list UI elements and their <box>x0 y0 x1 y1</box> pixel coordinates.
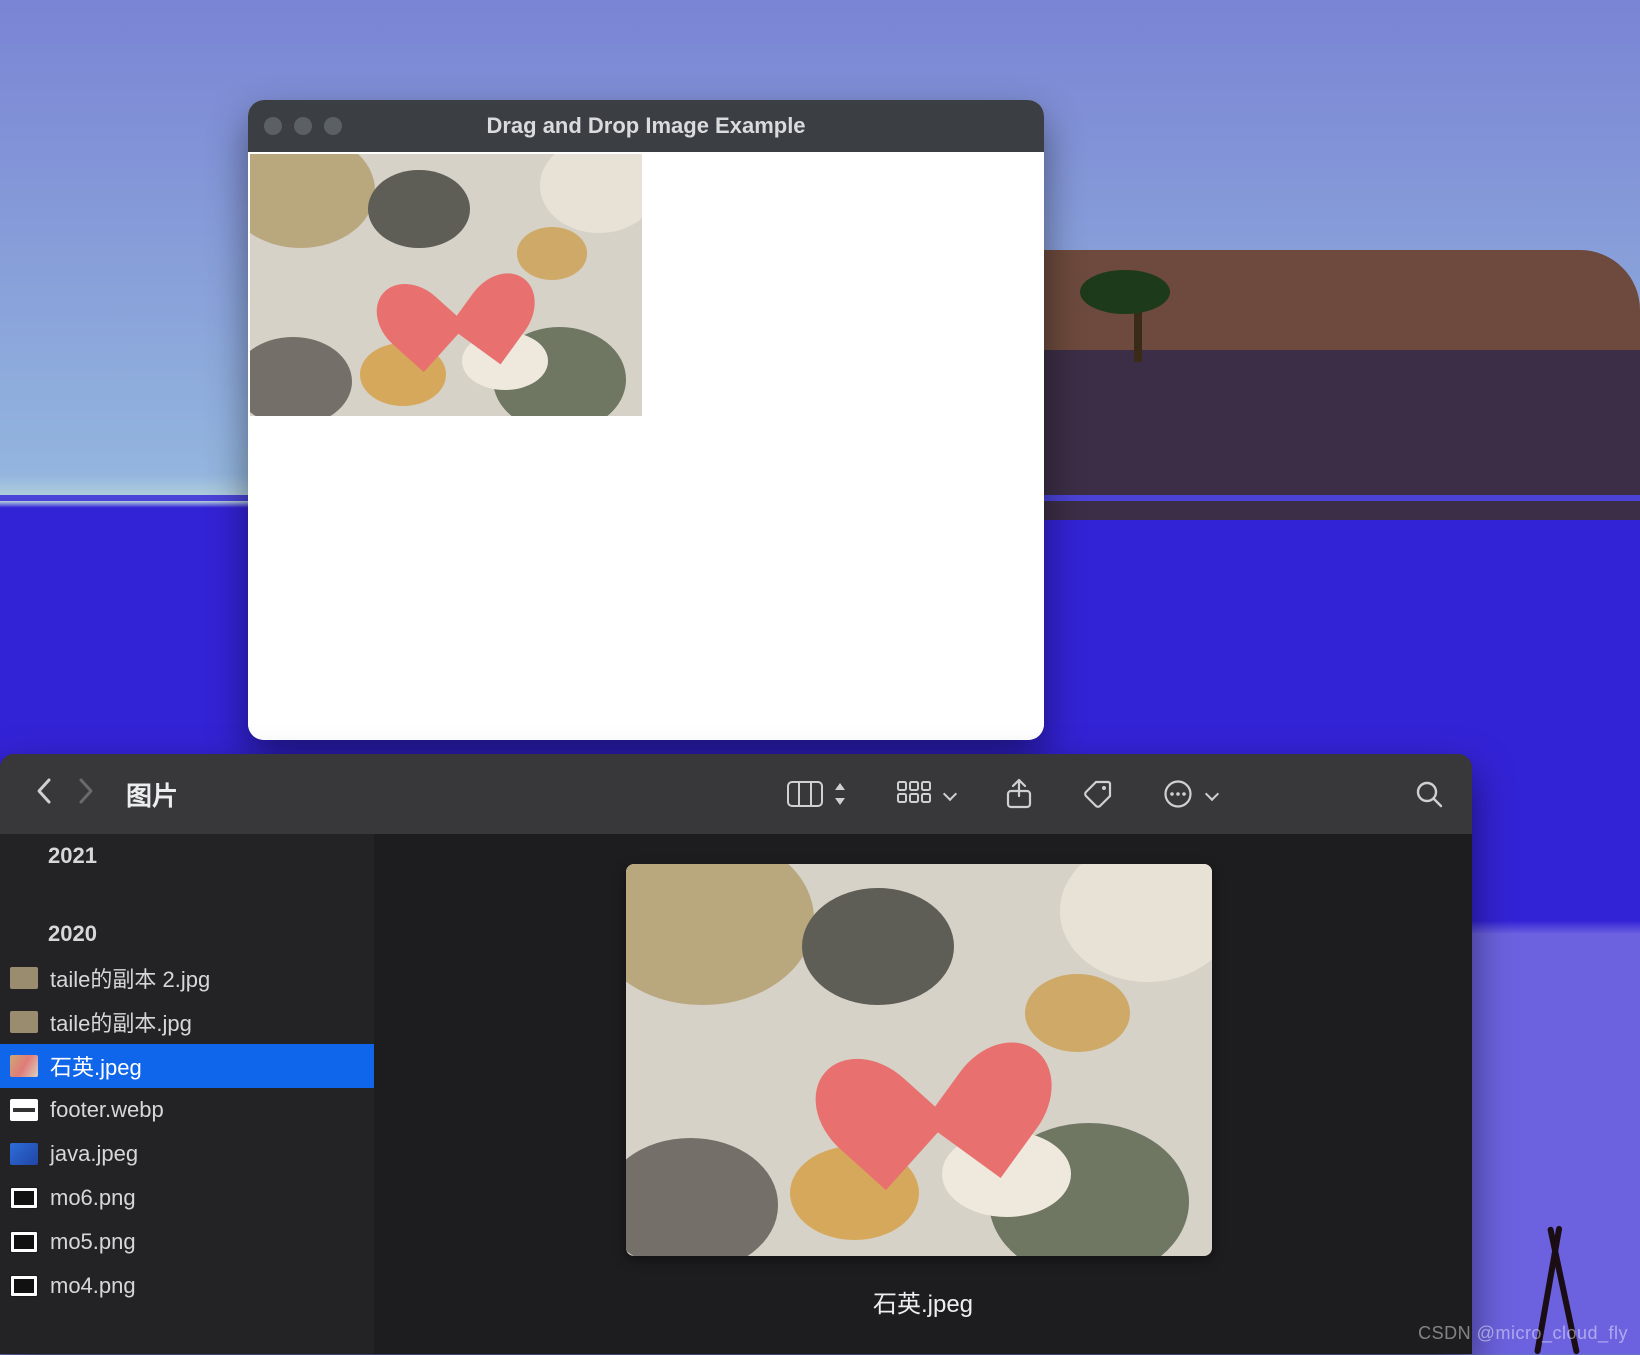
zoom-icon[interactable] <box>324 117 342 135</box>
finder-preview-pane: 石英.jpeg <box>374 834 1472 1354</box>
file-thumb-icon <box>10 1143 38 1165</box>
more-button[interactable] <box>1163 779 1217 809</box>
sidebar-year-2021[interactable]: 2021 <box>0 834 374 878</box>
file-name: taile的副本.jpg <box>50 1006 192 1038</box>
file-name: java.jpeg <box>50 1141 138 1167</box>
updown-icon <box>831 783 847 805</box>
file-name: footer.webp <box>50 1097 164 1123</box>
traffic-lights <box>264 117 342 135</box>
file-thumb-icon <box>10 1187 38 1209</box>
sidebar-file[interactable]: taile的副本.jpg <box>0 1000 374 1044</box>
sidebar-file[interactable]: taile的副本 2.jpg <box>0 956 374 1000</box>
chevron-down-icon <box>943 787 957 801</box>
watermark: CSDN @micro_cloud_fly <box>1418 1323 1628 1344</box>
sidebar-file[interactable]: mo5.png <box>0 1220 374 1264</box>
toolbar-group <box>787 778 1217 810</box>
app-title: Drag and Drop Image Example <box>248 113 1044 139</box>
finder-sidebar[interactable]: 2021 2020 taile的副本 2.jpg taile的副本.jpg 石英… <box>0 834 374 1354</box>
file-name: mo6.png <box>50 1185 136 1211</box>
columns-view-button[interactable] <box>787 781 847 807</box>
grid-view-button[interactable] <box>897 781 955 807</box>
columns-view-icon <box>787 781 823 807</box>
search-icon <box>1414 779 1444 809</box>
forward-button[interactable] <box>70 777 102 812</box>
file-thumb-icon <box>10 1011 38 1033</box>
app-titlebar[interactable]: Drag and Drop Image Example <box>248 100 1044 152</box>
pebbles-illustration <box>626 864 1212 1256</box>
file-name: 石英.jpeg <box>50 1050 142 1082</box>
file-thumb-icon <box>10 1055 38 1077</box>
search-button[interactable] <box>1414 779 1444 809</box>
dropped-image[interactable] <box>250 154 642 416</box>
heart-stone-icon <box>842 989 1020 1146</box>
file-thumb-icon <box>10 1099 38 1121</box>
back-button[interactable] <box>28 777 60 812</box>
sidebar-file[interactable]: mo4.png <box>0 1264 374 1308</box>
tags-button[interactable] <box>1083 779 1113 809</box>
sidebar-file[interactable]: footer.webp <box>0 1088 374 1132</box>
finder-window[interactable]: 图片 <box>0 754 1472 1354</box>
file-thumb-icon <box>10 967 38 989</box>
finder-title: 图片 <box>126 776 178 813</box>
file-thumb-icon <box>10 1275 38 1297</box>
close-icon[interactable] <box>264 117 282 135</box>
grid-view-icon <box>897 781 931 807</box>
file-name: mo4.png <box>50 1273 136 1299</box>
minimize-icon[interactable] <box>294 117 312 135</box>
wallpaper-tree-top <box>1080 270 1170 314</box>
finder-toolbar: 图片 <box>0 754 1472 834</box>
pebbles-illustration <box>250 154 642 416</box>
drop-canvas[interactable] <box>248 152 1044 740</box>
share-icon <box>1005 778 1033 810</box>
heart-stone-icon <box>394 238 513 343</box>
preview-filename: 石英.jpeg <box>374 1284 1472 1319</box>
more-icon <box>1163 779 1193 809</box>
chevron-down-icon <box>1205 787 1219 801</box>
file-thumb-icon <box>10 1231 38 1253</box>
sidebar-file[interactable]: java.jpeg <box>0 1132 374 1176</box>
sidebar-file-selected[interactable]: 石英.jpeg <box>0 1044 374 1088</box>
file-name: taile的副本 2.jpg <box>50 962 210 994</box>
share-button[interactable] <box>1005 778 1033 810</box>
app-window[interactable]: Drag and Drop Image Example <box>248 100 1044 740</box>
finder-body: 2021 2020 taile的副本 2.jpg taile的副本.jpg 石英… <box>0 834 1472 1354</box>
preview-image[interactable] <box>626 864 1212 1256</box>
file-name: mo5.png <box>50 1229 136 1255</box>
sidebar-file[interactable]: mo6.png <box>0 1176 374 1220</box>
sidebar-year-2020[interactable]: 2020 <box>0 912 374 956</box>
tags-icon <box>1083 779 1113 809</box>
